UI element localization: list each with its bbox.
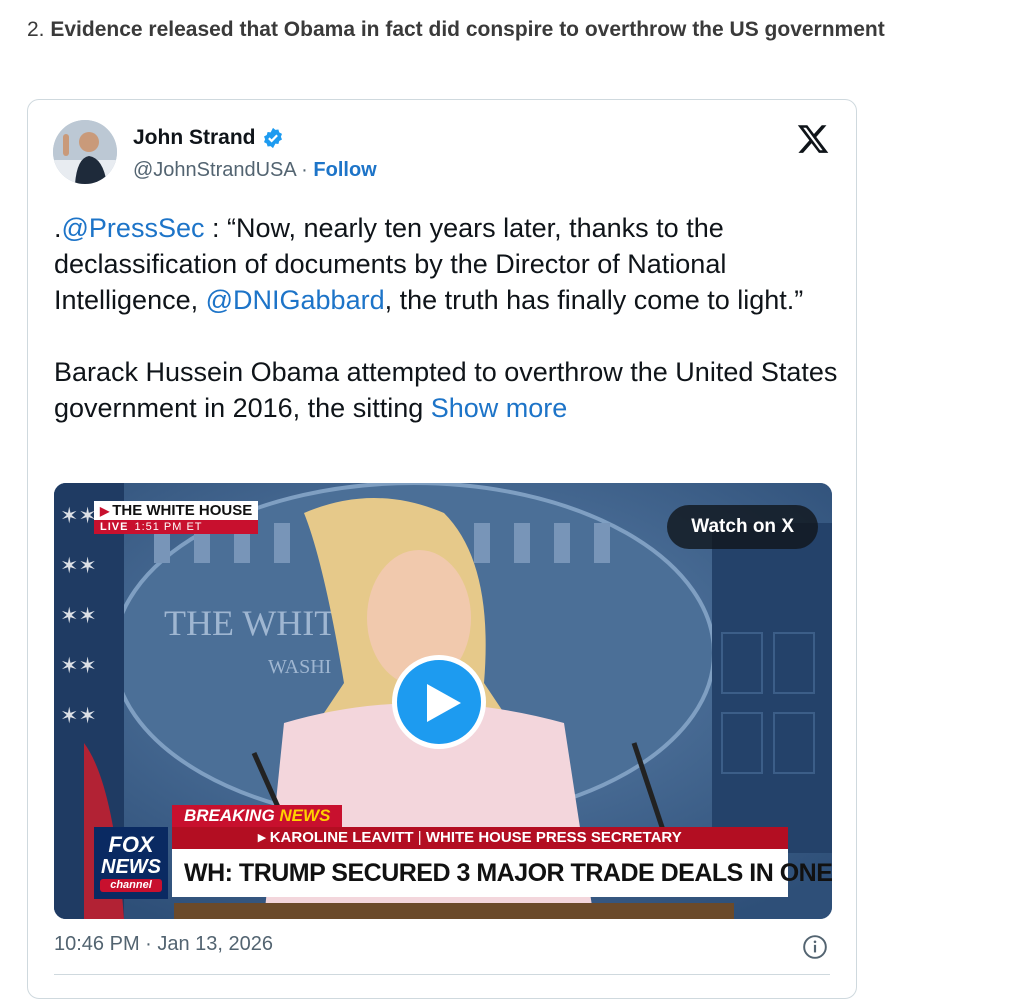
tweet-text: .@PressSec : “Now, nearly ten years late… bbox=[54, 210, 844, 426]
svg-text:WASHI: WASHI bbox=[268, 656, 331, 678]
fox-news-logo: FOX NEWS channel bbox=[94, 827, 168, 899]
live-time: 1:51 PM ET bbox=[134, 521, 203, 533]
show-more-link[interactable]: Show more bbox=[431, 393, 568, 423]
svg-text:✶✶: ✶✶ bbox=[60, 553, 97, 578]
logo-fox: FOX bbox=[108, 832, 154, 857]
author-handle[interactable]: @JohnStrandUSA bbox=[133, 159, 296, 181]
x-logo-icon[interactable] bbox=[796, 122, 830, 156]
tweet-paragraph-2: Barack Hussein Obama attempted to overth… bbox=[54, 354, 844, 426]
subline-separator: | bbox=[413, 829, 426, 846]
handle-row: @JohnStrandUSA · Follow bbox=[133, 159, 377, 182]
live-arrow-icon: ▶ bbox=[100, 503, 110, 518]
svg-text:✶✶: ✶✶ bbox=[60, 653, 97, 678]
tweet-text-prefix: . bbox=[54, 213, 62, 243]
list-number: 2. bbox=[27, 18, 45, 41]
author-name[interactable]: John Strand bbox=[133, 126, 256, 150]
tweet-text-segment: , the truth has finally come to light.” bbox=[384, 285, 804, 315]
live-bug: ▶ THE WHITE HOUSE LIVE 1:51 PM ET bbox=[94, 501, 259, 534]
embedded-tweet-card[interactable]: John Strand @JohnStrandUSA · Follow .@Pr… bbox=[27, 99, 857, 999]
live-location: THE WHITE HOUSE bbox=[112, 502, 253, 519]
chyron-subline: ▸ KAROLINE LEAVITT | WHITE HOUSE PRESS S… bbox=[172, 827, 788, 849]
tweet-paragraph-1: .@PressSec : “Now, nearly ten years late… bbox=[54, 210, 844, 318]
mention-dnigabbard-link[interactable]: @DNIGabbard bbox=[206, 285, 385, 315]
avatar[interactable] bbox=[53, 120, 117, 184]
live-label: LIVE bbox=[100, 521, 129, 533]
logo-news: NEWS bbox=[101, 856, 161, 878]
watch-on-x-button[interactable]: Watch on X bbox=[667, 505, 818, 549]
heading-title: Evidence released that Obama in fact did… bbox=[50, 18, 885, 41]
author-row: John Strand bbox=[133, 126, 284, 150]
video-player[interactable]: THE WHIT SE WASHI ✶✶ ✶✶ ✶✶ ✶✶ ✶✶ ▶ THE W… bbox=[54, 483, 832, 919]
play-button[interactable] bbox=[392, 655, 486, 749]
breaking-word: BREAKING bbox=[184, 806, 275, 825]
news-word: NEWS bbox=[279, 806, 331, 825]
subline-role: WHITE HOUSE PRESS SECRETARY bbox=[425, 829, 682, 846]
handle-separator: · bbox=[295, 159, 314, 181]
svg-text:✶✶: ✶✶ bbox=[60, 503, 97, 528]
breaking-news-label: BREAKING NEWS bbox=[172, 805, 343, 827]
chyron-headline: WH: TRUMP SECURED 3 MAJOR TRADE DEALS IN… bbox=[172, 849, 832, 897]
mention-presssec-link[interactable]: @PressSec bbox=[62, 213, 205, 243]
play-icon bbox=[427, 684, 461, 722]
info-icon[interactable] bbox=[802, 934, 828, 960]
tweet-timestamp[interactable]: 10:46 PM · Jan 13, 2026 bbox=[54, 933, 273, 956]
divider bbox=[54, 974, 830, 975]
follow-button[interactable]: Follow bbox=[313, 159, 376, 181]
subline-name: ▸ KAROLINE LEAVITT bbox=[258, 829, 414, 846]
logo-channel: channel bbox=[100, 879, 162, 892]
svg-text:✶✶: ✶✶ bbox=[60, 703, 97, 728]
list-heading: 2. Evidence released that Obama in fact … bbox=[27, 18, 885, 42]
svg-text:✶✶: ✶✶ bbox=[60, 603, 97, 628]
verified-badge-icon bbox=[263, 127, 282, 149]
